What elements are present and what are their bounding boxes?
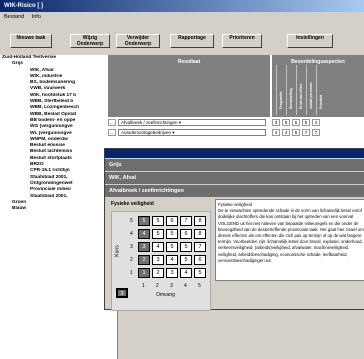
omvang-axis-label: Omvang bbox=[156, 292, 175, 298]
matrix-x-tick: 4 bbox=[184, 283, 187, 289]
matrix-x-tick: 1 bbox=[142, 283, 145, 289]
score-cell[interactable]: 4 bbox=[272, 129, 280, 136]
matrix-cell[interactable]: 5 bbox=[166, 229, 178, 239]
score-cell[interactable]: 5 bbox=[302, 119, 310, 126]
matrix-cell[interactable]: 7 bbox=[194, 242, 206, 252]
table-row: ... Afvalbreek / zeefinrichtingen ▾ 3 5 5 5 4 bbox=[108, 119, 364, 127]
matrix-cell[interactable]: 4 bbox=[166, 255, 178, 265]
column-header: Frequentie bbox=[276, 65, 283, 115]
instellingen-button[interactable]: Instellingen bbox=[287, 34, 333, 48]
matrix-cell[interactable]: 5 bbox=[166, 242, 178, 252]
dialog-band-group: Grijs bbox=[105, 159, 364, 171]
matrix-cell[interactable]: 4 bbox=[138, 229, 150, 239]
application-window: WIK-Risico [ ] Bestand Info Nieuwe taak W… bbox=[0, 0, 364, 359]
description-box: Fysieke veiligheid De te verwachten optr… bbox=[215, 199, 364, 281]
menu-bestand[interactable]: Bestand bbox=[4, 14, 24, 20]
table-row: ... Autodemontagebedrijven ▾ 4 4 5 7 7 bbox=[108, 129, 364, 137]
matrix-cell[interactable]: 5 bbox=[180, 255, 192, 265]
menu-bar: Bestand Info bbox=[0, 12, 364, 22]
matrix-y-tick: 1 bbox=[130, 270, 133, 276]
matrix-x-tick: 2 bbox=[156, 283, 159, 289]
matrix-x-tick: 3 bbox=[170, 283, 173, 289]
dialog-band-onderwerp: WIK, Afval bbox=[105, 172, 364, 184]
verwijder-onderwerp-button[interactable]: Verwijder Onderwerp bbox=[116, 34, 160, 48]
resultaat-header-label: Resultaat bbox=[177, 59, 201, 65]
score-cell[interactable]: 4 bbox=[312, 119, 320, 126]
beoordeling-header: Beoordelingsaspecten Frequentie Blootstel… bbox=[272, 55, 364, 117]
toolbar: Nieuwe taak Wijzig Onderwerp Verwijder Ond… bbox=[0, 26, 364, 54]
matrix-y-tick: 3 bbox=[130, 244, 133, 250]
matrix-cell[interactable]: 5 bbox=[152, 229, 164, 239]
menu-info[interactable]: Info bbox=[32, 14, 41, 20]
results-grid: Resultaat Beoordelingsaspecten Frequenti… bbox=[108, 55, 364, 155]
matrix-y-tick: 5 bbox=[130, 218, 133, 224]
column-header: Aantal personen bbox=[306, 65, 313, 115]
score-cell[interactable]: 7 bbox=[312, 129, 320, 136]
column-header-label: Frequentie bbox=[279, 91, 283, 109]
column-header: Prioriteit bbox=[316, 65, 323, 115]
row-menu-button[interactable]: ... bbox=[108, 129, 116, 136]
nieuwe-taak-button[interactable]: Nieuwe taak bbox=[10, 34, 52, 48]
matrix-cell[interactable]: 4 bbox=[152, 242, 164, 252]
column-header-label: Ernst van effect bbox=[299, 83, 303, 109]
matrix-cell[interactable]: 2 bbox=[138, 255, 150, 265]
matrix-cell[interactable]: 1 bbox=[138, 268, 150, 278]
wijzig-onderwerp-button[interactable]: Wijzig Onderwerp bbox=[70, 34, 110, 48]
matrix-cell[interactable]: 3 bbox=[166, 268, 178, 278]
category-select[interactable]: Autodemontagebedrijven ▾ bbox=[118, 129, 266, 136]
column-header: Ernst van effect bbox=[296, 65, 303, 115]
column-header-label: Blootstelling bbox=[289, 88, 293, 109]
score-cell[interactable]: 5 bbox=[292, 119, 300, 126]
matrix-y-tick: 2 bbox=[130, 257, 133, 263]
score-cell[interactable]: 3 bbox=[272, 119, 280, 126]
kans-axis-label: Kans bbox=[114, 245, 121, 257]
matrix-cell[interactable]: 5 bbox=[152, 216, 164, 226]
result-score: 3 bbox=[116, 288, 128, 298]
dialog-title bbox=[105, 149, 364, 158]
matrix-cell[interactable]: 8 bbox=[194, 216, 206, 226]
matrix-cell[interactable]: 7 bbox=[180, 216, 192, 226]
score-cell[interactable]: 7 bbox=[302, 129, 310, 136]
dialog-band-subject: Afvalbreek / zeefinrichtingen bbox=[105, 185, 364, 197]
matrix-cell[interactable]: 8 bbox=[194, 229, 206, 239]
matrix-cell[interactable]: 3 bbox=[138, 242, 150, 252]
matrix-cell[interactable]: 6 bbox=[194, 255, 206, 265]
matrix-cell[interactable]: 3 bbox=[152, 255, 164, 265]
matrix-cell[interactable]: 6 bbox=[180, 229, 192, 239]
tree-panel: Zuid-Holland Testversie Grijs WIK, Afval WI… bbox=[0, 55, 118, 359]
tree-group[interactable]: Blauw bbox=[0, 206, 117, 212]
matrix-cell[interactable]: 2 bbox=[152, 268, 164, 278]
score-cell[interactable]: 4 bbox=[282, 129, 290, 136]
beoordeling-dialog: Grijs WIK, Afval Afvalbreek / zeefinrich… bbox=[104, 148, 364, 311]
section-label: Fysieke veiligheid bbox=[111, 201, 154, 207]
matrix-cell[interactable]: 5 bbox=[138, 216, 150, 226]
column-header-label: Aantal personen bbox=[309, 82, 313, 109]
description-text: De te verwachten optredende schade in de… bbox=[218, 208, 364, 263]
window-title: WIK-Risico [ ] bbox=[0, 0, 364, 12]
matrix-cell[interactable]: 4 bbox=[180, 268, 192, 278]
row-menu-button[interactable]: ... bbox=[108, 119, 116, 126]
category-select[interactable]: Afvalbreek / zeefinrichtingen ▾ bbox=[118, 119, 266, 126]
matrix-cell[interactable]: 6 bbox=[166, 216, 178, 226]
matrix-cell[interactable]: 5 bbox=[180, 242, 192, 252]
resultaat-header: Resultaat bbox=[108, 55, 270, 117]
column-header: Blootstelling bbox=[286, 65, 293, 115]
matrix-x-tick: 5 bbox=[198, 283, 201, 289]
matrix-cell[interactable]: 5 bbox=[194, 268, 206, 278]
score-cell[interactable]: 5 bbox=[292, 129, 300, 136]
prioriteren-button[interactable]: Prioriteren bbox=[222, 34, 262, 48]
matrix-y-tick: 4 bbox=[130, 231, 133, 237]
risk-matrix: Kans 5 5 5 6 7 8 4 4 5 5 6 8 3 3 4 5 5 7 2 2 3 4 5 6 1 1 2 3 4 5 1 2 3 4 5 O… bbox=[111, 211, 211, 311]
column-header-label: Prioriteit bbox=[319, 95, 323, 109]
rapportage-button[interactable]: Rapportage bbox=[170, 34, 214, 48]
score-cell[interactable]: 5 bbox=[282, 119, 290, 126]
